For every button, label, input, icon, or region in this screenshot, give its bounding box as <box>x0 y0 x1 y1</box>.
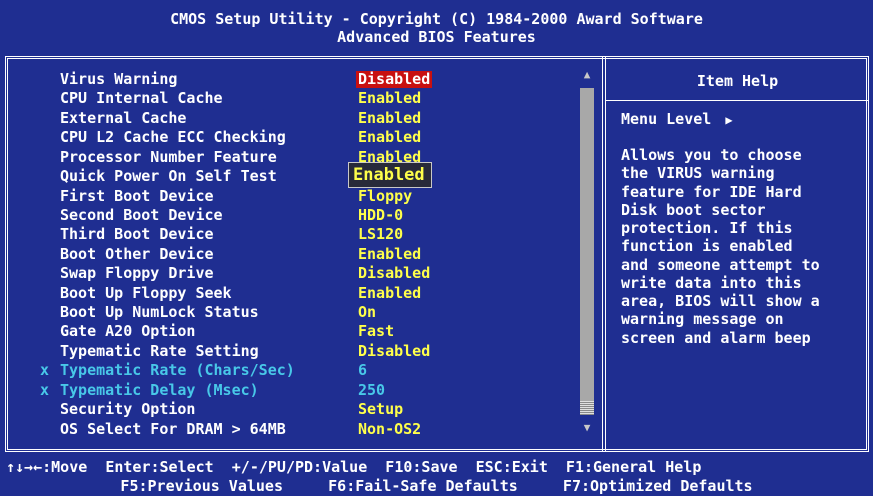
panel-divider <box>602 56 606 452</box>
item-help-title: Item Help <box>696 72 779 90</box>
setting-value[interactable]: Setup <box>358 400 403 419</box>
key-legend-line-2: F5:Previous Values F6:Fail-Safe Defaults… <box>120 477 753 495</box>
setting-value[interactable]: Enabled <box>358 89 421 108</box>
setting-value[interactable]: On <box>358 303 376 322</box>
help-text-line: feature for IDE Hard <box>621 182 802 201</box>
setting-label: External Cache <box>60 108 187 127</box>
help-text-line: Allows you to choose <box>621 146 802 164</box>
setting-label: OS Select For DRAM > 64MB <box>60 419 286 438</box>
scroll-track[interactable] <box>580 88 594 415</box>
menu-level-label: Menu Level <box>621 110 712 128</box>
scrollbar[interactable]: ▲ ▼ <box>578 68 596 435</box>
title-bar: CMOS Setup Utility - Copyright (C) 1984-… <box>0 0 873 56</box>
help-text-line: write data into this <box>621 273 802 292</box>
help-text-line: the VIRUS warning <box>621 164 775 183</box>
setting-value[interactable]: Fast <box>358 322 394 341</box>
help-text-line: screen and alarm beep <box>621 328 811 347</box>
setting-value[interactable]: Floppy <box>358 187 412 206</box>
help-text-line: function is enabled <box>621 237 793 256</box>
setting-value[interactable]: HDD-0 <box>358 206 403 225</box>
scroll-thumb[interactable] <box>580 401 594 415</box>
menu-level-arrow-icon: ▶ <box>725 113 733 127</box>
scroll-down-arrow-icon[interactable]: ▼ <box>578 421 596 435</box>
setting-label: Typematic Rate Setting <box>60 341 259 360</box>
scroll-up-arrow-icon[interactable]: ▲ <box>578 68 596 82</box>
setting-label: Gate A20 Option <box>60 322 196 341</box>
help-text-line: area, BIOS will show a <box>621 292 820 310</box>
setting-label: Quick Power On Self Test <box>60 167 277 186</box>
help-text-line: protection. If this <box>621 219 793 237</box>
setting-value[interactable]: Enabled <box>348 162 432 189</box>
setting-label: First Boot Device <box>60 186 214 205</box>
setting-value[interactable]: Enabled <box>358 109 421 128</box>
setting-value[interactable]: Enabled <box>358 284 421 303</box>
help-separator <box>606 100 869 101</box>
setting-label: Boot Up Floppy Seek <box>60 283 232 302</box>
setting-value[interactable]: Disabled <box>358 264 430 283</box>
setting-value[interactable]: 6 <box>358 361 367 380</box>
setting-label: CPU L2 Cache ECC Checking <box>60 128 286 147</box>
setting-label: Typematic Rate (Chars/Sec) <box>60 361 295 380</box>
setting-value[interactable]: Enabled <box>358 245 421 264</box>
setting-value[interactable]: Disabled <box>358 342 430 361</box>
setting-label: Boot Up NumLock Status <box>60 303 259 322</box>
key-legend: ↑↓→←:Move Enter:Select +/-/PU/PD:Value F… <box>0 456 873 496</box>
setting-label: Typematic Delay (Msec) <box>60 380 259 399</box>
copyright-title: CMOS Setup Utility - Copyright (C) 1984-… <box>170 10 703 28</box>
setting-label: Boot Other Device <box>60 244 214 263</box>
help-text-line: Disk boot sector <box>621 200 766 219</box>
help-text-line: and someone attempt to <box>621 255 820 274</box>
page-title: Advanced BIOS Features <box>337 28 536 46</box>
setting-label: Virus Warning <box>60 70 178 88</box>
help-text-line: warning message on <box>621 310 784 329</box>
disabled-marker-icon: x <box>40 380 50 399</box>
setting-value[interactable]: 250 <box>358 381 385 400</box>
setting-label: Swap Floppy Drive <box>60 264 214 283</box>
setting-value[interactable]: Non-OS2 <box>358 420 421 439</box>
setting-label: Third Boot Device <box>60 225 214 244</box>
setting-label: Security Option <box>60 400 196 419</box>
menu-level: Menu Level ▶ <box>621 110 733 129</box>
setting-label: Second Boot Device <box>60 205 223 224</box>
setting-label: Processor Number Feature <box>60 147 277 166</box>
key-legend-line-1: ↑↓→←:Move Enter:Select +/-/PU/PD:Value F… <box>6 458 702 476</box>
disabled-marker-icon: x <box>40 361 50 380</box>
setting-value[interactable]: LS120 <box>358 225 403 244</box>
setting-label: CPU Internal Cache <box>60 89 223 108</box>
setting-value[interactable]: Enabled <box>358 128 421 147</box>
setting-value[interactable]: Disabled <box>356 71 433 88</box>
